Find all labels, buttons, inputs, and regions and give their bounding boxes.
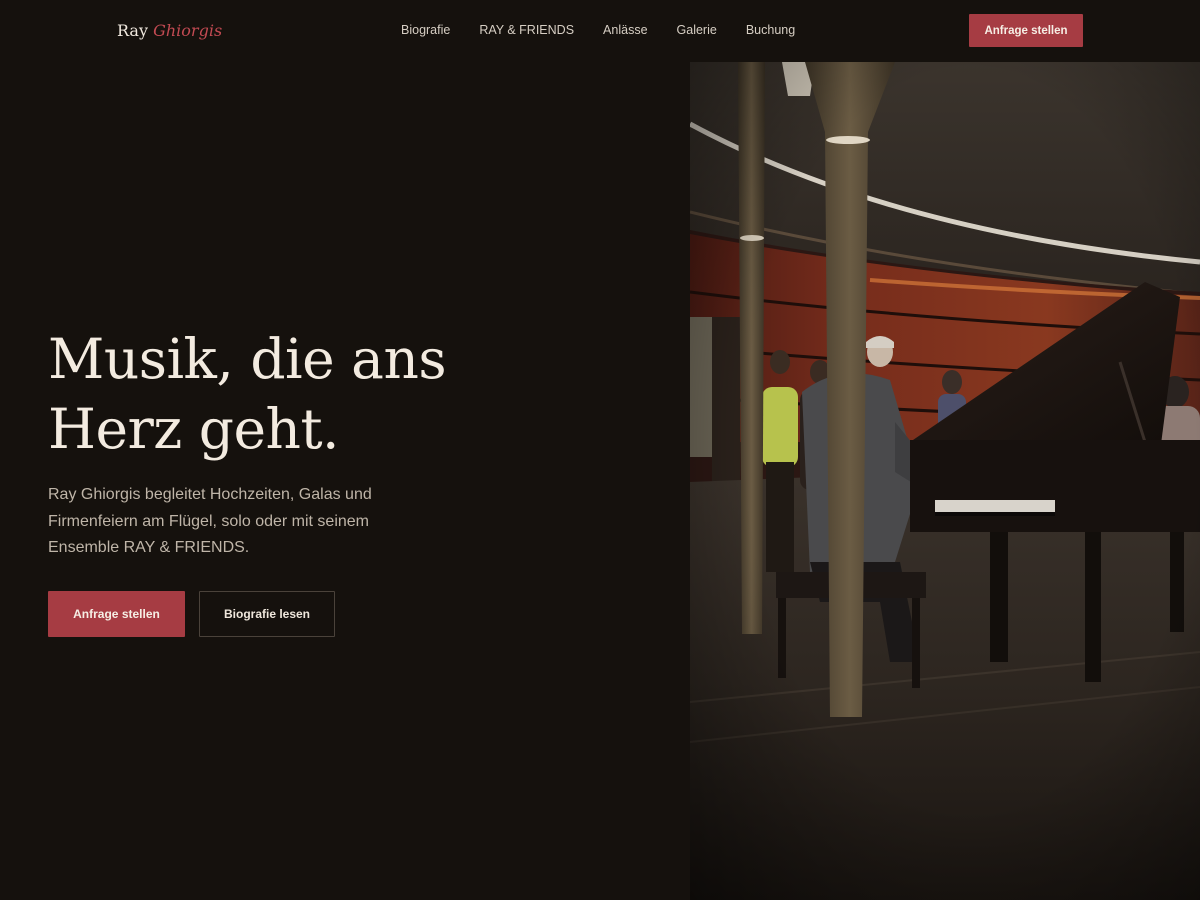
hero-description: Ray Ghiorgis begleitet Hochzeiten, Galas…: [48, 486, 372, 556]
nav-item-biografie[interactable]: Biografie: [401, 23, 450, 37]
nav-item-ray-and-friends[interactable]: RAY & FRIENDS: [479, 23, 574, 37]
nav-item-anlaesse[interactable]: Anlässe: [603, 23, 647, 37]
hero-title-line-1: Musik, die ans: [48, 327, 447, 391]
hero-title-line-2: Herz geht.: [48, 397, 340, 461]
site-logo[interactable]: Ray Ghiorgis: [117, 21, 222, 40]
nav-item-buchung[interactable]: Buchung: [746, 23, 795, 37]
main-nav: Biografie RAY & FRIENDS Anlässe Galerie …: [401, 23, 795, 37]
header-request-button[interactable]: Anfrage stellen: [969, 14, 1083, 47]
logo-first-name: Ray: [117, 21, 148, 40]
pianist-photo-illustration: [690, 62, 1200, 900]
page: Ray Ghiorgis Biografie RAY & FRIENDS Anl…: [0, 0, 1200, 900]
hero-title: Musik, die ans Herz geht.: [48, 324, 668, 464]
hero-biography-button[interactable]: Biografie lesen: [199, 591, 335, 637]
hero-photo: [690, 62, 1200, 900]
site-header: Ray Ghiorgis Biografie RAY & FRIENDS Anl…: [0, 0, 1200, 62]
logo-last-name: Ghiorgis: [153, 21, 223, 40]
hero-request-button[interactable]: Anfrage stellen: [48, 591, 185, 637]
nav-item-galerie[interactable]: Galerie: [677, 23, 717, 37]
